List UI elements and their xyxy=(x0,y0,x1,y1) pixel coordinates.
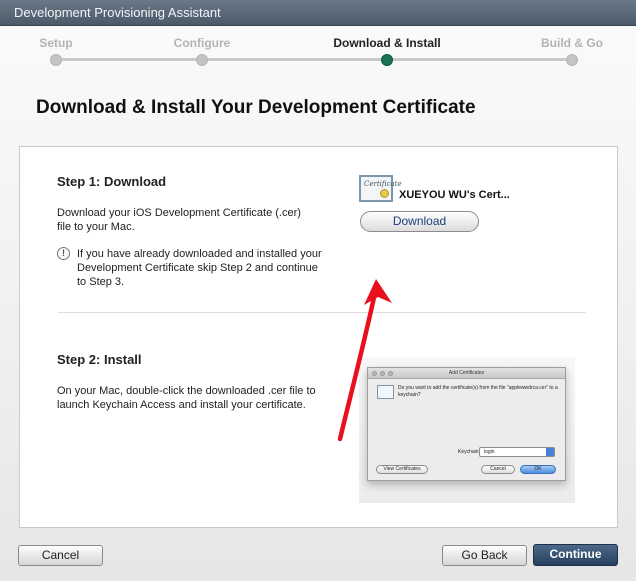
step-label-download-install: Download & Install xyxy=(333,36,441,50)
step-dot-build-go xyxy=(566,54,578,66)
window-title: Development Provisioning Assistant xyxy=(14,5,221,20)
keychain-value: login xyxy=(484,449,495,455)
dialog-message: Do you want to add the certificate(s) fr… xyxy=(398,385,558,398)
step2-description: On your Mac, double-click the downloaded… xyxy=(57,385,316,411)
certificate-icon-script: Certificate xyxy=(364,180,402,188)
step-label-build-go: Build & Go xyxy=(541,36,603,50)
go-back-button[interactable]: Go Back xyxy=(442,545,527,566)
dialog-cancel-button: Cancel xyxy=(481,465,515,474)
select-arrows-icon xyxy=(546,448,554,456)
certificate-name: XUEYOU WU's Cert... xyxy=(399,189,510,201)
download-button[interactable]: Download xyxy=(360,211,479,232)
step-label-configure: Configure xyxy=(173,36,231,50)
annotation-arrow-icon xyxy=(337,279,392,442)
window-titlebar: Development Provisioning Assistant xyxy=(0,0,636,26)
step1-title: Step 1: Download xyxy=(57,174,167,189)
step1-note: If you have already downloaded and insta… xyxy=(77,248,322,288)
page-title: Download & Install Your Development Cert… xyxy=(36,97,476,118)
view-certificates-button: View Certificates xyxy=(376,465,428,474)
certificate-seal-icon xyxy=(380,189,389,198)
dialog-title: Add Certificates xyxy=(448,370,485,376)
continue-button[interactable]: Continue xyxy=(533,544,618,566)
keychain-label: Keychain: xyxy=(458,449,480,455)
cancel-button[interactable]: Cancel xyxy=(18,545,103,566)
assistant-content: Setup Configure Download & Install Build… xyxy=(0,26,636,581)
certificate-icon: Certificate xyxy=(359,175,402,202)
info-icon: ! xyxy=(57,247,70,260)
step-dot-download-install xyxy=(381,54,393,66)
step2-title: Step 2: Install xyxy=(57,352,142,367)
instructions-panel: Step 1: Download Download your iOS Devel… xyxy=(19,146,618,528)
step1-description: Download your iOS Development Certificat… xyxy=(57,207,301,233)
step-label-setup: Setup xyxy=(39,36,73,50)
dialog-ok-button: OK xyxy=(520,465,556,474)
step-dot-configure xyxy=(196,54,208,66)
keychain-select: login xyxy=(479,447,555,457)
progress-steps: Setup Configure Download & Install Build… xyxy=(0,26,636,86)
step-dot-setup xyxy=(50,54,62,66)
progress-track xyxy=(55,58,573,61)
